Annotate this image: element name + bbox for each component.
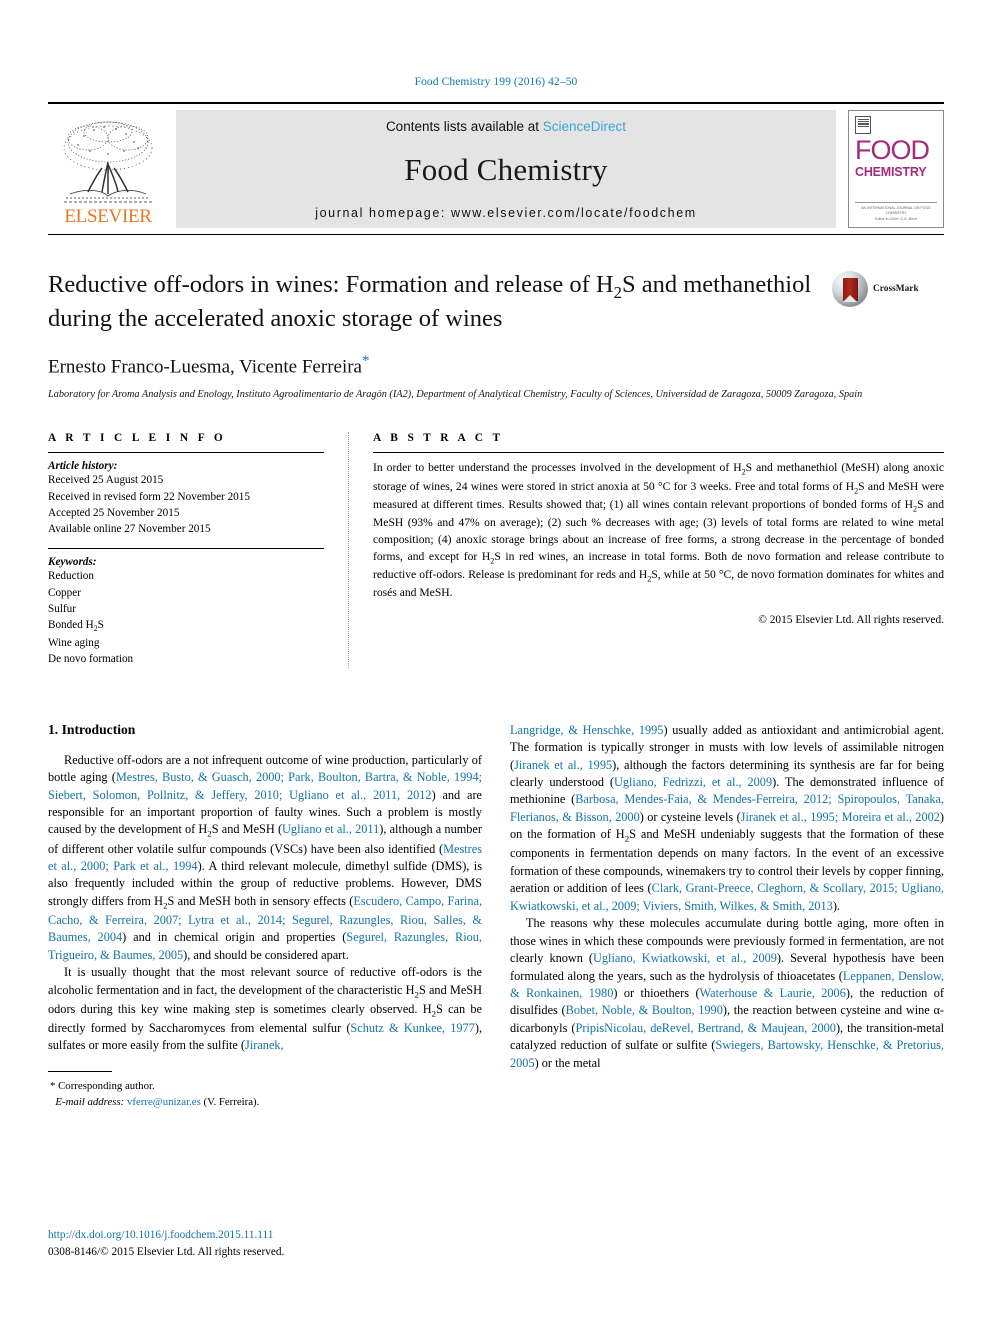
crossmark-label: CrossMark (873, 284, 919, 294)
journal-homepage-link[interactable]: journal homepage: www.elsevier.com/locat… (315, 206, 697, 220)
keyword-item: Copper (48, 586, 81, 599)
citation-link[interactable]: Mestres, Busto, & Guasch, 2000; Park, Bo… (48, 770, 482, 801)
abstract-heading: A B S T R A C T (373, 432, 504, 445)
divider-abstract-top (373, 452, 944, 454)
email-link[interactable]: vferre@unizar.es (127, 1096, 201, 1108)
history-accepted: Accepted 25 November 2015 (48, 506, 180, 519)
keyword-item: De novo formation (48, 653, 134, 666)
divider-info-mid (48, 548, 324, 550)
cover-title-line1: FOOD (855, 135, 930, 165)
citation-link[interactable]: Jiranek, (245, 1038, 284, 1052)
title-block: Reductive off-odors in wines: Formation … (48, 269, 944, 402)
paragraph-3: The reasons why these molecules accumula… (510, 916, 944, 1070)
citation-link[interactable]: Langridge, & Henschke, 1995 (510, 723, 663, 737)
keyword-item: Wine aging (48, 636, 100, 649)
citation-link[interactable]: Mestres et al., 2000; Park et al., 1994 (48, 842, 482, 873)
footnote-divider (48, 1070, 112, 1072)
masthead-center-panel: Contents lists available at ScienceDirec… (176, 110, 836, 228)
author-names: Ernesto Franco-Luesma, Vicente Ferreira (48, 355, 362, 377)
paper-page: Food Chemistry 199 (2016) 42–50 ELSEVIER… (0, 0, 992, 1323)
citation-link[interactable]: Jiranek et al., 1995; Moreira et al., 20… (741, 810, 940, 824)
elsevier-tree-icon (63, 121, 153, 203)
section-heading-introduction: 1. Introduction (48, 721, 136, 737)
abstract-copyright: © 2015 Elsevier Ltd. All rights reserved… (758, 613, 944, 626)
contents-available-line: Contents lists available at ScienceDirec… (386, 119, 626, 134)
article-history-label: Article history: (48, 460, 118, 473)
footnote-block: * Corresponding author. E-mail address: … (48, 1070, 482, 1110)
citation-link[interactable]: Clark, Grant-Preece, Cleghorn, & Scollar… (510, 881, 944, 912)
footnote-corresponding-text: Corresponding author. (55, 1079, 155, 1092)
article-info-column: A R T I C L E I N F O Article history: R… (48, 432, 348, 667)
history-online: Available online 27 November 2015 (48, 523, 211, 536)
cover-footer: AN INTERNATIONAL JOURNAL ON FOOD CHEMIST… (855, 201, 937, 222)
email-owner: (V. Ferreira). (200, 1095, 260, 1108)
doi-link[interactable]: http://dx.doi.org/10.1016/j.foodchem.201… (48, 1227, 284, 1244)
keyword-item: Reduction (48, 570, 94, 583)
sciencedirect-link[interactable]: ScienceDirect (543, 119, 626, 134)
paragraph-1: Reductive off-odors are a not infrequent… (48, 752, 483, 962)
body-columns: 1. Introduction Reductive off-odors are … (48, 722, 944, 1110)
affiliation: Laboratory for Aroma Analysis and Enolog… (48, 388, 863, 400)
corresponding-author-marker[interactable]: * (362, 353, 370, 369)
article-info-heading: A R T I C L E I N F O (48, 432, 227, 445)
footnote-corresponding-author: * Corresponding author. (48, 1078, 482, 1094)
cover-publisher-badge-icon (855, 116, 871, 134)
abstract-column: A B S T R A C T In order to better under… (348, 432, 944, 668)
email-address-label: E-mail address: (55, 1095, 125, 1108)
crossmark-badge[interactable]: CrossMark (832, 271, 944, 307)
divider-info-top (48, 452, 324, 454)
citation-link[interactable]: Ugliano, Fedrizzi, et al., 2009 (614, 775, 772, 789)
journal-title: Food Chemistry (404, 152, 608, 187)
author-list: Ernesto Franco-Luesma, Vicente Ferreira* (48, 353, 944, 378)
journal-masthead: ELSEVIER Contents lists available at Sci… (48, 102, 944, 235)
citation-link[interactable]: PripisNicolau, deRevel, Bertrand, & Mauj… (575, 1021, 835, 1035)
title-part-1: Reductive off-odors in wines: Formation … (48, 271, 614, 298)
body-column-left: 1. Introduction Reductive off-odors are … (48, 722, 482, 1110)
contents-prefix: Contents lists available at (385, 119, 543, 134)
citation-link[interactable]: Bobet, Noble, & Boulton, 1990 (566, 1003, 723, 1017)
citation-link[interactable]: Swiegers, Bartowsky, Henschke, & Pretori… (510, 1038, 944, 1069)
elsevier-logo: ELSEVIER (48, 110, 168, 228)
cover-footer-line2: Editor-in-Chief: G.G. Birch (875, 216, 917, 221)
history-revised: Received in revised form 22 November 201… (48, 490, 250, 503)
body-column-right: Langridge, & Henschke, 1995) usually add… (510, 722, 944, 1110)
info-abstract-row: A R T I C L E I N F O Article history: R… (48, 432, 944, 668)
footnote-email-line: E-mail address: vferre@unizar.es (V. Fer… (48, 1094, 482, 1110)
keyword-item: Bonded H2S (48, 619, 104, 634)
title-part-1b: S and (621, 271, 678, 298)
journal-cover-thumbnail[interactable]: FOOD CHEMISTRY AN INTERNATIONAL JOURNAL … (848, 110, 944, 228)
keywords-label: Keywords: (48, 556, 97, 569)
elsevier-wordmark: ELSEVIER (64, 206, 152, 227)
cover-title-line2: CHEMISTRY (855, 164, 927, 179)
title-subscript: 2 (613, 282, 622, 302)
running-head: Food Chemistry 199 (2016) 42–50 (414, 76, 578, 88)
issn-copyright: 0308-8146/© 2015 Elsevier Ltd. All right… (48, 1246, 285, 1259)
citation-link[interactable]: Jiranek et al., 1995 (514, 758, 612, 772)
paragraph-2-continued: Langridge, & Henschke, 1995) usually add… (510, 722, 945, 913)
keyword-item: Sulfur (48, 602, 76, 615)
citation-link[interactable]: Ugliano, Kwiatkowski, et al., 2009 (593, 951, 777, 965)
citation-link[interactable]: Schutz & Kunkee, 1977 (350, 1021, 474, 1035)
page-title: Reductive off-odors in wines: Formation … (48, 269, 944, 335)
crossmark-icon (832, 271, 868, 307)
citation-link[interactable]: Waterhouse & Laurie, 2006 (700, 986, 846, 1000)
abstract-text: In order to better understand the proces… (373, 461, 944, 600)
paragraph-2: It is usually thought that the most rele… (48, 965, 483, 1053)
cover-footer-line1: AN INTERNATIONAL JOURNAL ON FOOD CHEMIST… (861, 205, 931, 216)
footer-doi-block: http://dx.doi.org/10.1016/j.foodchem.201… (48, 1227, 284, 1261)
citation-link[interactable]: Ugliano et al., 2011 (282, 822, 379, 836)
history-received: Received 25 August 2015 (48, 474, 164, 487)
